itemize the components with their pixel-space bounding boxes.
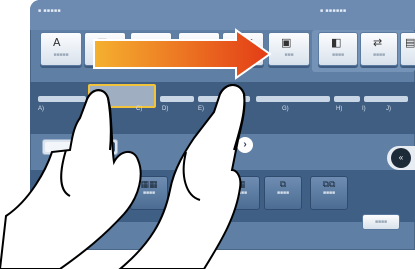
swipe-gesture-illustration	[0, 28, 272, 269]
hand-icon-left	[0, 89, 142, 269]
swipe-arrow-icon	[93, 28, 272, 80]
